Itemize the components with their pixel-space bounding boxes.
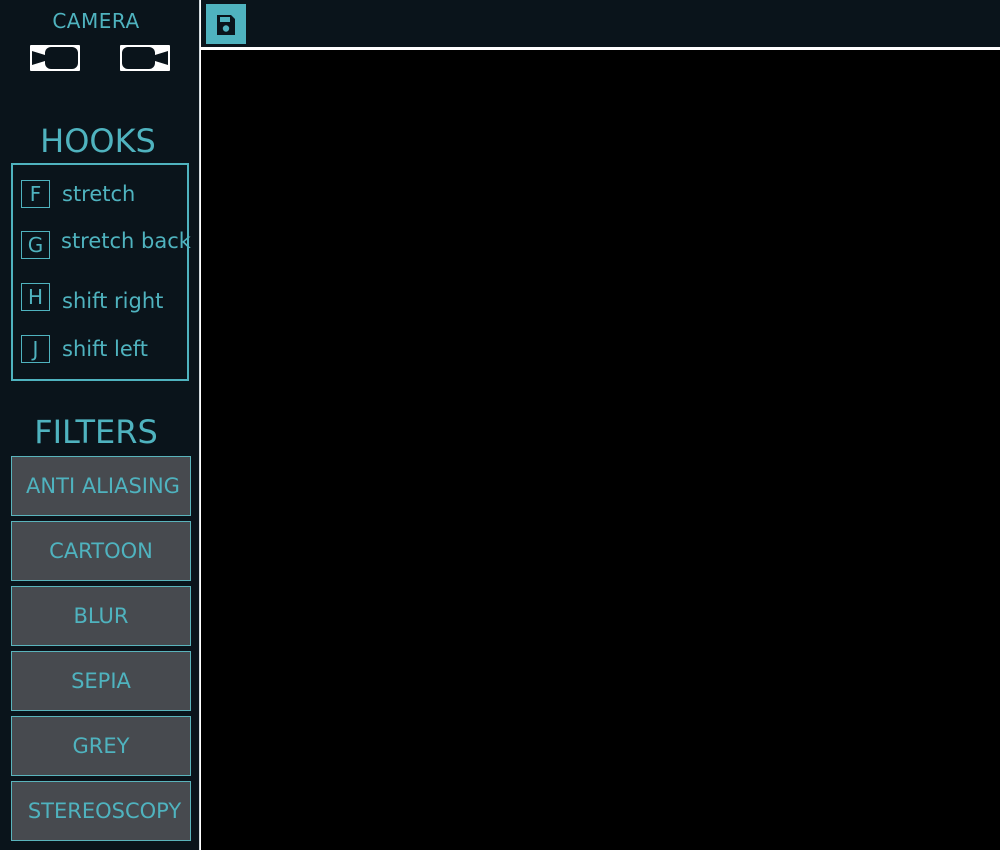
hook-label: stretch xyxy=(62,182,136,206)
filter-label: GREY xyxy=(72,734,130,758)
filter-label: CARTOON xyxy=(49,539,153,563)
hook-shift-right[interactable]: H shift right xyxy=(13,283,189,313)
sidebar: CAMERA HOOKS F stretch G stretch back H … xyxy=(0,0,200,850)
camera-right-icon xyxy=(120,45,170,71)
hook-stretch[interactable]: F stretch xyxy=(13,180,189,210)
hook-label: shift left xyxy=(62,337,149,361)
hook-key: G xyxy=(21,231,50,259)
filter-stereoscopy-button[interactable]: STEREOSCOPY xyxy=(11,781,191,841)
hook-key: J xyxy=(21,335,50,363)
hook-key: F xyxy=(21,180,50,208)
hook-label: stretch back xyxy=(61,229,191,253)
camera-left-button[interactable] xyxy=(30,45,80,71)
filter-anti-aliasing-button[interactable]: ANTI ALIASING xyxy=(11,456,191,516)
camera-right-button[interactable] xyxy=(120,45,170,71)
camera-left-icon xyxy=(30,45,80,71)
filter-label: SEPIA xyxy=(71,669,131,693)
hook-key: H xyxy=(21,283,50,311)
filter-grey-button[interactable]: GREY xyxy=(11,716,191,776)
filter-label: BLUR xyxy=(73,604,129,628)
hook-label: shift right xyxy=(62,289,164,313)
hooks-title: HOOKS xyxy=(40,122,156,160)
hooks-panel: F stretch G stretch back H shift right J… xyxy=(11,163,191,381)
filter-cartoon-button[interactable]: CARTOON xyxy=(11,521,191,581)
toolbar xyxy=(201,0,1000,49)
hook-shift-left[interactable]: J shift left xyxy=(13,335,189,365)
video-canvas[interactable] xyxy=(201,50,1000,850)
filter-sepia-button[interactable]: SEPIA xyxy=(11,651,191,711)
save-button[interactable] xyxy=(206,4,246,44)
filter-blur-button[interactable]: BLUR xyxy=(11,586,191,646)
filter-label: ANTI ALIASING xyxy=(26,474,180,498)
save-icon xyxy=(217,15,235,35)
hook-stretch-back[interactable]: G stretch back xyxy=(13,229,191,261)
filters-title: FILTERS xyxy=(34,413,158,451)
filter-label: STEREOSCOPY xyxy=(27,799,182,823)
camera-title: CAMERA xyxy=(52,9,140,33)
